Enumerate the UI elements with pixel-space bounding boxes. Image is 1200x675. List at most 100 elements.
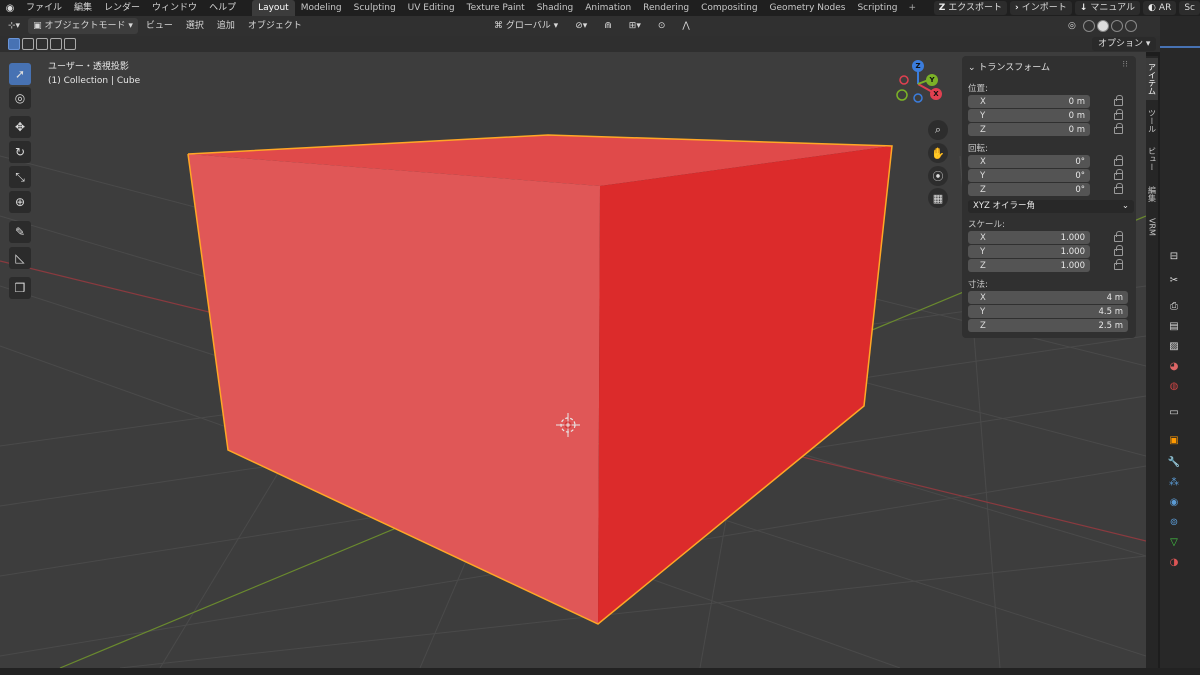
add-cube-tool-icon[interactable]: ❒ [9,277,31,299]
data-properties-icon[interactable]: ▽ [1168,536,1180,548]
tool-settings-icon[interactable]: ✂ [1168,274,1180,286]
transform-tool-icon[interactable]: ⊕ [9,191,31,213]
lock-icon[interactable] [1114,155,1123,166]
add-workspace-icon[interactable]: + [904,0,922,16]
tab-sculpting[interactable]: Sculpting [348,0,402,16]
menu-add[interactable]: 追加 [212,18,240,34]
output-properties-icon[interactable]: ▤ [1168,320,1180,332]
tab-view[interactable]: ビュー [1146,142,1158,176]
lock-icon[interactable] [1114,109,1123,120]
scale-x-field[interactable]: X 1.000 [968,231,1090,244]
tab-animation[interactable]: Animation [579,0,637,16]
menu-render[interactable]: レンダー [98,0,146,16]
snap-magnet-icon[interactable]: ⋒ [599,18,617,34]
physics-properties-icon[interactable]: ◉ [1168,496,1180,508]
location-x-field[interactable]: X0 m [968,95,1090,108]
tab-rendering[interactable]: Rendering [637,0,695,16]
scale-y-field[interactable]: Y 1.000 [968,245,1090,258]
select-new-icon[interactable] [8,38,20,50]
menu-edit[interactable]: 編集 [68,0,98,16]
export-button[interactable]: Z エクスポート [933,1,1008,15]
rotate-tool-icon[interactable]: ↻ [9,141,31,163]
tab-modeling[interactable]: Modeling [295,0,348,16]
constraints-properties-icon[interactable]: ⊚ [1168,516,1180,528]
scale-tool-icon[interactable]: ⤡ [9,166,31,188]
visibility-icon[interactable]: ◎ [1063,18,1081,34]
lock-icon[interactable] [1114,259,1123,270]
ar-button[interactable]: ◐ AR [1143,1,1177,15]
lock-icon[interactable] [1114,183,1123,194]
wireframe-shading-icon[interactable] [1082,20,1095,32]
menu-file[interactable]: ファイル [20,0,68,16]
lock-icon[interactable] [1114,95,1123,106]
rotation-mode-dropdown[interactable]: XYZ オイラー角 ⌄ [968,200,1134,213]
select-invert-icon[interactable] [50,38,62,50]
editor-type-icon[interactable]: ⊹▾ [3,18,25,34]
menu-help[interactable]: ヘルプ [203,0,242,16]
solid-shading-icon[interactable] [1096,20,1109,32]
measure-tool-icon[interactable]: ◺ [9,247,31,269]
tab-tool[interactable]: ツール [1146,104,1158,138]
menu-window[interactable]: ウィンドウ [146,0,203,16]
rotation-x-field[interactable]: X 0° [968,155,1090,168]
proportional-edit-icon[interactable]: ⊙ [653,18,671,34]
collection-properties-icon[interactable]: ▭ [1168,406,1180,418]
snap-increment-icon[interactable]: ⊞▾ [624,18,646,34]
location-y-field[interactable]: Y0 m [968,109,1090,122]
menu-view[interactable]: ビュー [141,18,178,34]
menu-select[interactable]: 選択 [181,18,209,34]
render-properties-icon[interactable]: ⎙ [1168,300,1180,312]
rendered-shading-icon[interactable] [1124,20,1137,32]
tab-texture-paint[interactable]: Texture Paint [461,0,531,16]
world-properties-icon[interactable]: ◍ [1168,380,1180,392]
perspective-grid-icon[interactable]: ▦ [928,188,948,208]
tab-edit[interactable]: 編集 [1146,180,1158,208]
mode-dropdown[interactable]: ▣ オブジェクトモード ▾ [28,18,138,34]
gizmo-x-axis[interactable]: X [930,88,942,100]
tab-shading[interactable]: Shading [531,0,580,16]
transform-panel-title[interactable]: ⌄ トランスフォーム [968,60,1050,73]
zoom-icon[interactable]: ⌕ [928,120,948,140]
lock-icon[interactable] [1114,245,1123,256]
select-box-tool-icon[interactable]: ➚ [9,63,31,85]
dimensions-x-field[interactable]: X4 m [968,291,1128,304]
pan-hand-icon[interactable]: ✋ [928,143,948,163]
object-properties-icon[interactable]: ▣ [1168,434,1180,446]
dimensions-z-field[interactable]: Z 2.5 m [968,319,1128,332]
tab-vrm[interactable]: VRM [1146,212,1158,242]
material-properties-icon[interactable]: ◑ [1168,556,1180,568]
rotation-y-field[interactable]: Y 0° [968,169,1090,182]
move-tool-icon[interactable]: ✥ [9,116,31,138]
properties-type-icon[interactable]: ⊟ [1168,250,1180,262]
gizmo-z-axis[interactable]: Z [912,60,924,72]
pivot-icon[interactable]: ⊘▾ [570,18,592,34]
select-intersect-icon[interactable] [64,38,76,50]
tab-layout[interactable]: Layout [252,0,295,16]
cube-front-face[interactable] [188,154,600,624]
panel-drag-handle-icon[interactable]: ⁝⁝ [1122,60,1128,70]
material-shading-icon[interactable] [1110,20,1123,32]
camera-view-icon[interactable]: ⦿ [928,166,948,186]
manual-button[interactable]: ↓ マニュアル [1074,1,1141,15]
lock-icon[interactable] [1114,231,1123,242]
select-subtract-icon[interactable] [36,38,48,50]
import-button[interactable]: › インポート [1010,1,1072,15]
tab-compositing[interactable]: Compositing [695,0,763,16]
particles-properties-icon[interactable]: ⁂ [1168,476,1180,488]
tab-item[interactable]: アイテム [1146,58,1158,100]
modifier-properties-icon[interactable]: 🔧 [1168,456,1180,468]
lock-icon[interactable] [1114,123,1123,134]
annotate-tool-icon[interactable]: ✎ [9,221,31,243]
tab-uv-editing[interactable]: UV Editing [402,0,461,16]
scene-properties-icon[interactable]: ◕ [1168,360,1180,372]
cursor-tool-icon[interactable]: ◎ [9,87,31,109]
dimensions-y-field[interactable]: Y 4.5 m [968,305,1128,318]
location-z-field[interactable]: Z0 m [968,123,1090,136]
gizmo-y-axis[interactable]: Y [926,74,938,86]
falloff-icon[interactable]: ⋀ [677,18,694,34]
menu-object[interactable]: オブジェクト [243,18,307,34]
tab-geometry-nodes[interactable]: Geometry Nodes [764,0,852,16]
cube-side-face[interactable] [598,146,892,624]
view-layer-icon[interactable]: ▨ [1168,340,1180,352]
scene-selector[interactable]: Sc [1179,1,1200,15]
